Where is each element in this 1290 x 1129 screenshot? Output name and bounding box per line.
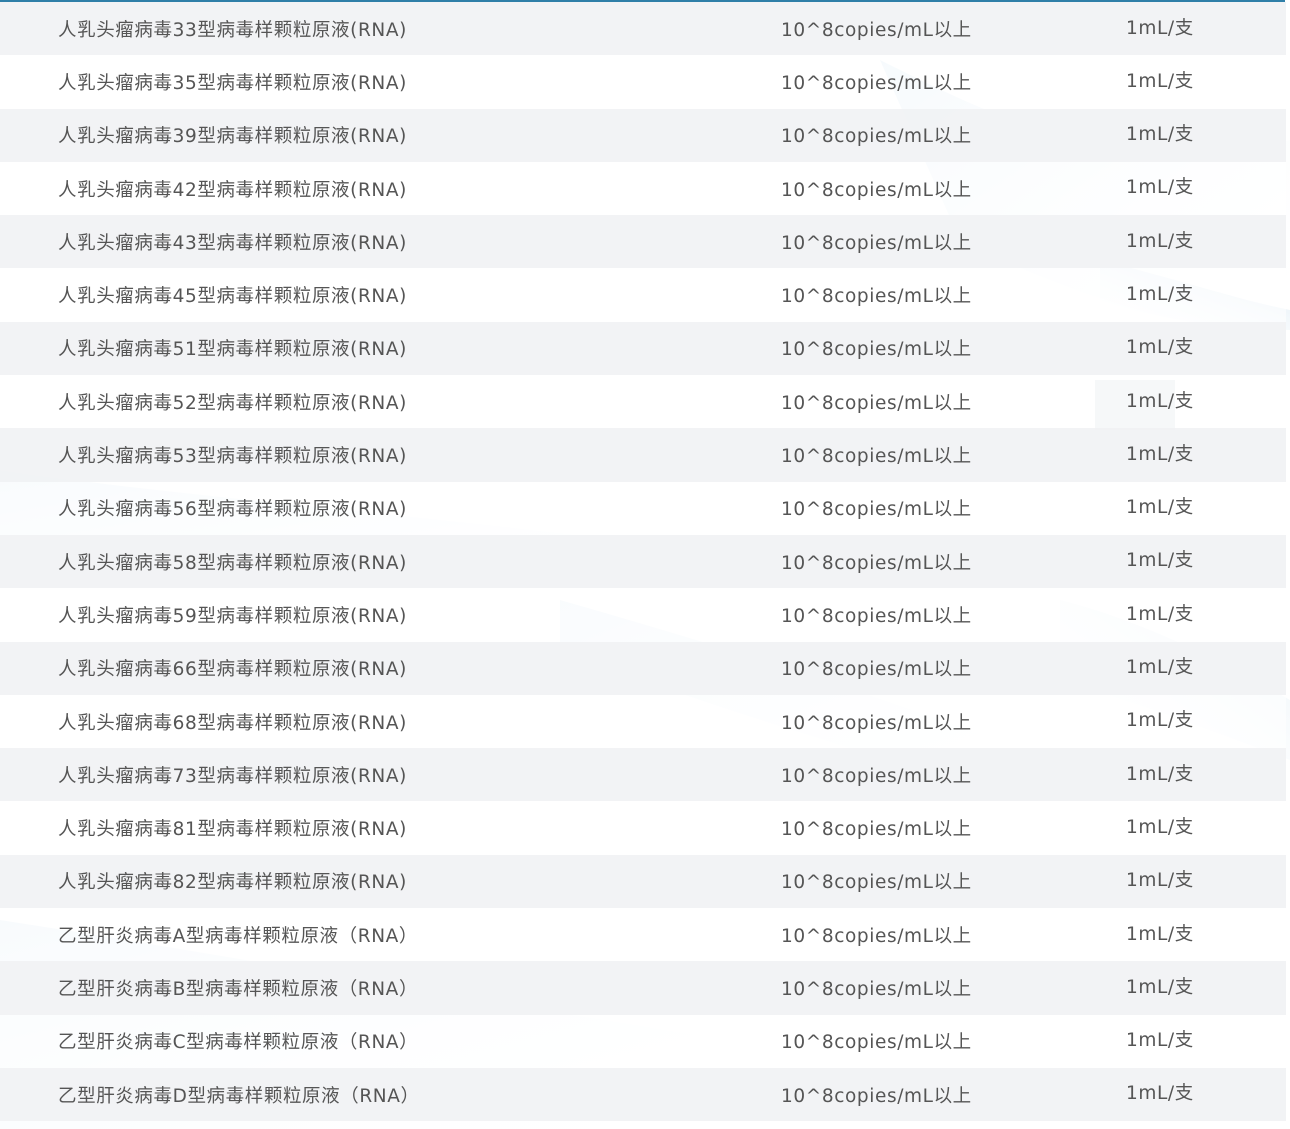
table-row: 人乳头瘤病毒33型病毒样颗粒原液(RNA) 10^8copies/mL以上 1mL/… [0, 2, 1286, 56]
product-name-cell: 人乳头瘤病毒45型病毒样颗粒原液(RNA) [58, 286, 407, 308]
concentration-cell: 10^8copies/mL以上 [781, 819, 972, 841]
concentration-cell: 10^8copies/mL以上 [781, 339, 972, 361]
spec-cell: 1mL/支 [1126, 70, 1194, 92]
product-name-cell: 人乳头瘤病毒51型病毒样颗粒原液(RNA) [58, 339, 407, 361]
concentration-cell: 10^8copies/mL以上 [781, 126, 972, 148]
table-row: 人乳头瘤病毒56型病毒样颗粒原液(RNA) 10^8copies/mL以上 1mL/… [0, 481, 1286, 535]
spec-cell: 1mL/支 [1126, 337, 1194, 359]
spec-cell: 1mL/支 [1126, 497, 1194, 519]
concentration-cell: 10^8copies/mL以上 [781, 179, 972, 201]
concentration-cell: 10^8copies/mL以上 [781, 552, 972, 574]
product-name-cell: 人乳头瘤病毒66型病毒样颗粒原液(RNA) [58, 659, 407, 681]
table-row: 人乳头瘤病毒39型病毒样颗粒原液(RNA) 10^8copies/mL以上 1mL/… [0, 108, 1286, 162]
spec-cell: 1mL/支 [1126, 17, 1194, 39]
concentration-cell: 10^8copies/mL以上 [781, 712, 972, 734]
product-name-cell: 人乳头瘤病毒56型病毒样颗粒原液(RNA) [58, 499, 407, 521]
spec-cell: 1mL/支 [1126, 923, 1194, 945]
spec-cell: 1mL/支 [1126, 230, 1194, 252]
table-row: 乙型肝炎病毒C型病毒样颗粒原液（RNA） 10^8copies/mL以上 1mL/支 [0, 1014, 1286, 1068]
spec-cell: 1mL/支 [1126, 177, 1194, 199]
table-row: 人乳头瘤病毒68型病毒样颗粒原液(RNA) 10^8copies/mL以上 1mL/… [0, 694, 1286, 749]
spec-cell: 1mL/支 [1126, 1083, 1194, 1105]
table-row: 人乳头瘤病毒66型病毒样颗粒原液(RNA) 10^8copies/mL以上 1mL/… [0, 641, 1286, 695]
table-row: 乙型肝炎病毒D型病毒样颗粒原液（RNA） 10^8copies/mL以上 1mL/支 [0, 1067, 1286, 1122]
spec-cell: 1mL/支 [1126, 816, 1194, 838]
table-row: 人乳头瘤病毒81型病毒样颗粒原液(RNA) 10^8copies/mL以上 1mL/… [0, 801, 1286, 855]
concentration-cell: 10^8copies/mL以上 [781, 978, 972, 1000]
spec-cell: 1mL/支 [1126, 390, 1194, 412]
concentration-cell: 10^8copies/mL以上 [781, 605, 972, 627]
concentration-cell: 10^8copies/mL以上 [781, 286, 972, 308]
product-name-cell: 乙型肝炎病毒A型病毒样颗粒原液（RNA） [58, 925, 419, 947]
spec-cell: 1mL/支 [1126, 603, 1194, 625]
table-row: 人乳头瘤病毒82型病毒样颗粒原液(RNA) 10^8copies/mL以上 1mL/… [0, 854, 1286, 909]
concentration-cell: 10^8copies/mL以上 [781, 1085, 972, 1107]
product-name-cell: 人乳头瘤病毒35型病毒样颗粒原液(RNA) [58, 72, 407, 94]
table-row: 人乳头瘤病毒35型病毒样颗粒原液(RNA) 10^8copies/mL以上 1mL/… [0, 55, 1286, 109]
spec-cell: 1mL/支 [1126, 1030, 1194, 1052]
product-name-cell: 人乳头瘤病毒58型病毒样颗粒原液(RNA) [58, 552, 407, 574]
spec-cell: 1mL/支 [1126, 710, 1194, 732]
product-name-cell: 人乳头瘤病毒42型病毒样颗粒原液(RNA) [58, 179, 407, 201]
concentration-cell: 10^8copies/mL以上 [781, 232, 972, 254]
table-row: 人乳头瘤病毒51型病毒样颗粒原液(RNA) 10^8copies/mL以上 1mL/… [0, 321, 1286, 376]
spec-cell: 1mL/支 [1126, 284, 1194, 305]
product-name-cell: 人乳头瘤病毒73型病毒样颗粒原液(RNA) [58, 765, 407, 787]
table-row: 乙型肝炎病毒A型病毒样颗粒原液（RNA） 10^8copies/mL以上 1mL/支 [0, 908, 1286, 962]
concentration-cell: 10^8copies/mL以上 [781, 659, 972, 681]
product-name-cell: 乙型肝炎病毒D型病毒样颗粒原液（RNA） [58, 1085, 420, 1107]
spec-cell: 1mL/支 [1126, 976, 1194, 998]
concentration-cell: 10^8copies/mL以上 [781, 1032, 972, 1054]
table-row: 人乳头瘤病毒59型病毒样颗粒原液(RNA) 10^8copies/mL以上 1mL/… [0, 588, 1286, 642]
table-row: 人乳头瘤病毒43型病毒样颗粒原液(RNA) 10^8copies/mL以上 1mL/… [0, 215, 1286, 269]
table-row: 人乳头瘤病毒52型病毒样颗粒原液(RNA) 10^8copies/mL以上 1mL/… [0, 375, 1286, 429]
concentration-cell: 10^8copies/mL以上 [781, 765, 972, 787]
product-name-cell: 乙型肝炎病毒B型病毒样颗粒原液（RNA） [58, 978, 419, 1000]
spec-cell: 1mL/支 [1126, 870, 1194, 892]
concentration-cell: 10^8copies/mL以上 [781, 72, 972, 94]
product-table: 人乳头瘤病毒33型病毒样颗粒原液(RNA) 10^8copies/mL以上 1mL/… [0, 2, 1286, 1122]
concentration-cell: 10^8copies/mL以上 [781, 925, 972, 947]
product-name-cell: 人乳头瘤病毒43型病毒样颗粒原液(RNA) [58, 232, 407, 254]
product-name-cell: 人乳头瘤病毒68型病毒样颗粒原液(RNA) [58, 712, 407, 734]
table-row: 乙型肝炎病毒B型病毒样颗粒原液（RNA） 10^8copies/mL以上 1mL/支 [0, 961, 1286, 1015]
concentration-cell: 10^8copies/mL以上 [781, 499, 972, 521]
spec-cell: 1mL/支 [1126, 763, 1194, 785]
product-name-cell: 乙型肝炎病毒C型病毒样颗粒原液（RNA） [58, 1032, 419, 1054]
product-name-cell: 人乳头瘤病毒52型病毒样颗粒原液(RNA) [58, 392, 407, 414]
product-name-cell: 人乳头瘤病毒59型病毒样颗粒原液(RNA) [58, 605, 407, 627]
spec-cell: 1mL/支 [1126, 657, 1194, 679]
spec-cell: 1mL/支 [1126, 124, 1194, 146]
concentration-cell: 10^8copies/mL以上 [781, 392, 972, 414]
concentration-cell: 10^8copies/mL以上 [781, 446, 972, 468]
table-row: 人乳头瘤病毒53型病毒样颗粒原液(RNA) 10^8copies/mL以上 1mL/… [0, 428, 1286, 482]
table-top-border [0, 0, 1285, 2]
spec-cell: 1mL/支 [1126, 443, 1194, 465]
concentration-cell: 10^8copies/mL以上 [781, 872, 972, 894]
product-name-cell: 人乳头瘤病毒82型病毒样颗粒原液(RNA) [58, 872, 407, 894]
concentration-cell: 10^8copies/mL以上 [781, 19, 972, 41]
table-row: 人乳头瘤病毒45型病毒样颗粒原液(RNA) 10^8copies/mL以上 1mL/… [0, 268, 1286, 322]
product-name-cell: 人乳头瘤病毒81型病毒样颗粒原液(RNA) [58, 819, 407, 841]
table-row: 人乳头瘤病毒58型病毒样颗粒原液(RNA) 10^8copies/mL以上 1mL/… [0, 534, 1286, 589]
product-name-cell: 人乳头瘤病毒33型病毒样颗粒原液(RNA) [58, 19, 407, 41]
product-name-cell: 人乳头瘤病毒53型病毒样颗粒原液(RNA) [58, 446, 407, 468]
table-row: 人乳头瘤病毒42型病毒样颗粒原液(RNA) 10^8copies/mL以上 1mL/… [0, 161, 1286, 216]
spec-cell: 1mL/支 [1126, 550, 1194, 572]
product-name-cell: 人乳头瘤病毒39型病毒样颗粒原液(RNA) [58, 126, 407, 148]
table-row: 人乳头瘤病毒73型病毒样颗粒原液(RNA) 10^8copies/mL以上 1mL/… [0, 748, 1286, 802]
